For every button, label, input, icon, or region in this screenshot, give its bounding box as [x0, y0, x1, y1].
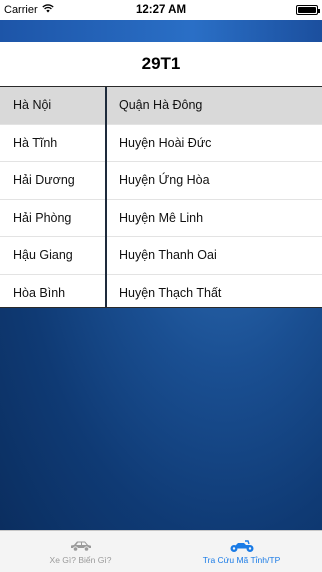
- region-picker[interactable]: Hà Nội Hà Tĩnh Hải Dương Hải Phòng Hậu G…: [0, 86, 322, 308]
- district-column[interactable]: Quận Hà Đông Huyện Hoài Đức Huyện Ứng Hò…: [107, 87, 322, 307]
- top-banner: [0, 20, 322, 42]
- motorbike-icon: [229, 539, 255, 553]
- battery-icon: [296, 5, 320, 15]
- tab-vehicle-lookup[interactable]: Xe Gì? Biển Gì?: [0, 531, 161, 572]
- status-time: 12:27 AM: [135, 4, 187, 16]
- province-row[interactable]: Hà Tĩnh: [0, 125, 105, 162]
- province-row[interactable]: Hải Dương: [0, 162, 105, 200]
- district-row[interactable]: Huyện Thạch Thất: [107, 275, 322, 313]
- status-bar: Carrier 12:27 AM: [0, 0, 322, 20]
- car-icon: [69, 539, 93, 553]
- district-row[interactable]: Huyện Ứng Hòa: [107, 162, 322, 200]
- province-row[interactable]: Hà Nội: [0, 87, 105, 125]
- tab-bar: Xe Gì? Biển Gì? Tra Cứu Mã Tỉnh/TP: [0, 530, 322, 572]
- tab-label: Xe Gì? Biển Gì?: [49, 554, 112, 565]
- province-row[interactable]: Hòa Bình: [0, 275, 105, 313]
- province-row[interactable]: Hậu Giang: [0, 237, 105, 275]
- district-row[interactable]: Quận Hà Đông: [107, 87, 322, 125]
- province-row[interactable]: Hải Phòng: [0, 200, 105, 237]
- plate-code-title: 29T1: [0, 42, 322, 86]
- wifi-icon: [41, 4, 54, 16]
- tab-province-code-lookup[interactable]: Tra Cứu Mã Tỉnh/TP: [161, 531, 322, 572]
- district-row[interactable]: Huyện Mê Linh: [107, 200, 322, 237]
- district-row[interactable]: Huyện Thanh Oai: [107, 237, 322, 275]
- tab-label: Tra Cứu Mã Tỉnh/TP: [202, 554, 281, 565]
- carrier-label: Carrier: [4, 4, 38, 16]
- district-row[interactable]: Huyện Hoài Đức: [107, 125, 322, 162]
- province-column[interactable]: Hà Nội Hà Tĩnh Hải Dương Hải Phòng Hậu G…: [0, 87, 107, 307]
